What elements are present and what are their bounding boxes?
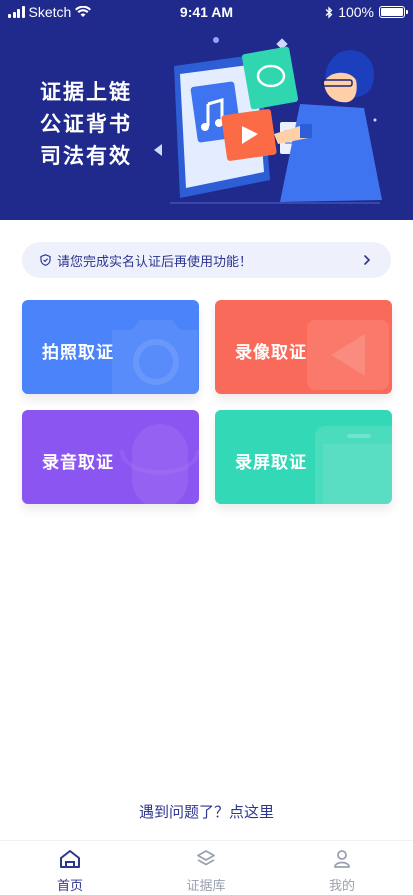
hero-banner: Sketch 9:41 AM 100% 证据上链 公证背书 司法有效 <box>0 0 413 220</box>
tab-mine[interactable]: 我的 <box>302 849 382 894</box>
home-icon <box>60 850 80 868</box>
video-evidence-card[interactable]: 录像取证 <box>215 300 392 394</box>
layers-icon <box>197 850 215 866</box>
tab-label: 首页 <box>56 879 83 894</box>
person-icon <box>334 850 350 868</box>
status-bar: Sketch 9:41 AM 100% <box>0 0 413 24</box>
slogan-line: 司法有效 <box>40 144 132 168</box>
card-label: 拍照取证 <box>42 343 114 363</box>
battery-percent: 100% <box>338 4 374 20</box>
tab-label: 证据库 <box>186 879 226 894</box>
card-label: 录音取证 <box>42 453 114 473</box>
photo-evidence-card[interactable]: 拍照取证 <box>22 300 199 394</box>
banner-illustration <box>154 37 382 204</box>
banner-slogan: 证据上链 公证背书 司法有效 <box>40 76 132 172</box>
shield-icon <box>40 254 51 266</box>
card-label: 录像取证 <box>235 343 307 363</box>
bluetooth-icon <box>325 5 333 19</box>
slogan-line: 证据上链 <box>40 80 132 104</box>
tab-label: 我的 <box>328 879 355 894</box>
chevron-right-icon <box>364 255 371 265</box>
tab-bar: 首页 证据库 我的 <box>0 840 413 895</box>
tab-home[interactable]: 首页 <box>30 849 110 894</box>
screen-record-evidence-card[interactable]: 录屏取证 <box>215 410 392 504</box>
battery-icon <box>379 6 408 18</box>
status-right: 100% <box>325 4 408 20</box>
help-link[interactable]: 遇到问题了？点这里 <box>0 801 413 822</box>
verification-notice[interactable]: 请您完成实名认证后再使用功能！ <box>22 242 391 278</box>
notice-text: 请您完成实名认证后再使用功能！ <box>57 254 253 270</box>
tab-evidence-library[interactable]: 证据库 <box>166 849 246 894</box>
card-label: 录屏取证 <box>235 453 307 473</box>
audio-evidence-card[interactable]: 录音取证 <box>22 410 199 504</box>
slogan-line: 公证背书 <box>40 112 132 136</box>
